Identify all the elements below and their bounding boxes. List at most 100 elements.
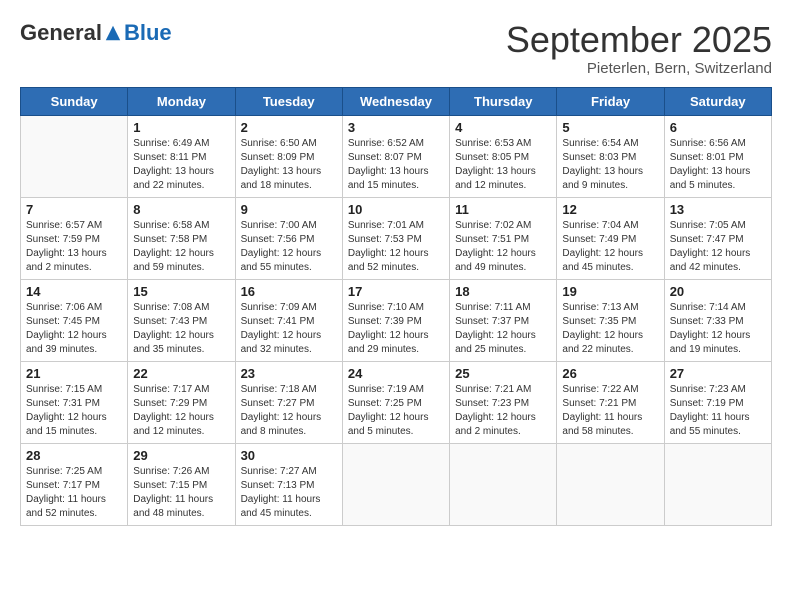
calendar-cell [557, 443, 664, 525]
calendar-cell [450, 443, 557, 525]
day-number: 26 [562, 366, 658, 381]
day-number: 22 [133, 366, 229, 381]
calendar-week-row: 14 Sunrise: 7:06 AM Sunset: 7:45 PM Dayli… [21, 279, 772, 361]
cell-content: Sunrise: 6:58 AM Sunset: 7:58 PM Dayligh… [133, 219, 229, 275]
cell-content: Sunrise: 7:27 AM Sunset: 7:13 PM Dayligh… [241, 465, 337, 521]
logo: General Blue [20, 20, 172, 46]
day-number: 5 [562, 120, 658, 135]
cell-content: Sunrise: 7:14 AM Sunset: 7:33 PM Dayligh… [670, 301, 766, 357]
cell-content: Sunrise: 7:02 AM Sunset: 7:51 PM Dayligh… [455, 219, 551, 275]
cell-content: Sunrise: 7:08 AM Sunset: 7:43 PM Dayligh… [133, 301, 229, 357]
cell-content: Sunrise: 6:50 AM Sunset: 8:09 PM Dayligh… [241, 137, 337, 193]
col-header-saturday: Saturday [664, 87, 771, 115]
col-header-tuesday: Tuesday [235, 87, 342, 115]
col-header-sunday: Sunday [21, 87, 128, 115]
day-number: 1 [133, 120, 229, 135]
calendar-cell [21, 115, 128, 197]
day-number: 17 [348, 284, 444, 299]
cell-content: Sunrise: 7:01 AM Sunset: 7:53 PM Dayligh… [348, 219, 444, 275]
calendar-cell: 28 Sunrise: 7:25 AM Sunset: 7:17 PM Dayli… [21, 443, 128, 525]
calendar-cell: 14 Sunrise: 7:06 AM Sunset: 7:45 PM Dayli… [21, 279, 128, 361]
col-header-friday: Friday [557, 87, 664, 115]
cell-content: Sunrise: 7:09 AM Sunset: 7:41 PM Dayligh… [241, 301, 337, 357]
calendar-cell: 6 Sunrise: 6:56 AM Sunset: 8:01 PM Daylig… [664, 115, 771, 197]
calendar-cell: 22 Sunrise: 7:17 AM Sunset: 7:29 PM Dayli… [128, 361, 235, 443]
calendar-cell: 25Sunrise: 7:21 AM Sunset: 7:23 PM Dayli… [450, 361, 557, 443]
day-number: 18 [455, 284, 551, 299]
cell-content: Sunrise: 7:26 AM Sunset: 7:15 PM Dayligh… [133, 465, 229, 521]
calendar-cell: 26 Sunrise: 7:22 AM Sunset: 7:21 PM Dayli… [557, 361, 664, 443]
logo-general: General [20, 20, 102, 46]
day-number: 30 [241, 448, 337, 463]
day-number: 25 [455, 366, 551, 381]
calendar-cell: 29 Sunrise: 7:26 AM Sunset: 7:15 PM Dayli… [128, 443, 235, 525]
cell-content: Sunrise: 7:22 AM Sunset: 7:21 PM Dayligh… [562, 383, 658, 439]
day-number: 13 [670, 202, 766, 217]
cell-content: Sunrise: 6:56 AM Sunset: 8:01 PM Dayligh… [670, 137, 766, 193]
page-header: General Blue September 2025 Pieterlen, B… [20, 20, 772, 77]
calendar-cell: 16 Sunrise: 7:09 AM Sunset: 7:41 PM Dayli… [235, 279, 342, 361]
calendar-table: SundayMondayTuesdayWednesdayThursdayFrid… [20, 87, 772, 526]
calendar-cell: 24Sunrise: 7:19 AM Sunset: 7:25 PM Dayli… [342, 361, 449, 443]
calendar-cell: 1 Sunrise: 6:49 AM Sunset: 8:11 PM Daylig… [128, 115, 235, 197]
day-number: 2 [241, 120, 337, 135]
day-number: 24 [348, 366, 444, 381]
calendar-cell: 30 Sunrise: 7:27 AM Sunset: 7:13 PM Dayli… [235, 443, 342, 525]
cell-content: Sunrise: 7:00 AM Sunset: 7:56 PM Dayligh… [241, 219, 337, 275]
calendar-cell: 13 Sunrise: 7:05 AM Sunset: 7:47 PM Dayli… [664, 197, 771, 279]
day-number: 6 [670, 120, 766, 135]
month-title: September 2025 [506, 20, 772, 60]
calendar-cell: 9 Sunrise: 7:00 AM Sunset: 7:56 PM Daylig… [235, 197, 342, 279]
cell-content: Sunrise: 6:54 AM Sunset: 8:03 PM Dayligh… [562, 137, 658, 193]
day-number: 19 [562, 284, 658, 299]
calendar-cell: 8 Sunrise: 6:58 AM Sunset: 7:58 PM Daylig… [128, 197, 235, 279]
title-block: September 2025 Pieterlen, Bern, Switzerl… [506, 20, 772, 77]
calendar-cell: 3Sunrise: 6:52 AM Sunset: 8:07 PM Daylig… [342, 115, 449, 197]
day-number: 15 [133, 284, 229, 299]
location: Pieterlen, Bern, Switzerland [506, 60, 772, 77]
calendar-cell: 18 Sunrise: 7:11 AM Sunset: 7:37 PM Dayli… [450, 279, 557, 361]
calendar-cell: 12 Sunrise: 7:04 AM Sunset: 7:49 PM Dayli… [557, 197, 664, 279]
cell-content: Sunrise: 7:15 AM Sunset: 7:31 PM Dayligh… [26, 383, 122, 439]
day-number: 9 [241, 202, 337, 217]
cell-content: Sunrise: 7:23 AM Sunset: 7:19 PM Dayligh… [670, 383, 766, 439]
calendar-cell [664, 443, 771, 525]
cell-content: Sunrise: 7:11 AM Sunset: 7:37 PM Dayligh… [455, 301, 551, 357]
cell-content: Sunrise: 7:18 AM Sunset: 7:27 PM Dayligh… [241, 383, 337, 439]
col-header-monday: Monday [128, 87, 235, 115]
day-number: 11 [455, 202, 551, 217]
calendar-week-row: 7Sunrise: 6:57 AM Sunset: 7:59 PM Daylig… [21, 197, 772, 279]
cell-content: Sunrise: 7:10 AM Sunset: 7:39 PM Dayligh… [348, 301, 444, 357]
calendar-cell: 17 Sunrise: 7:10 AM Sunset: 7:39 PM Dayli… [342, 279, 449, 361]
cell-content: Sunrise: 6:52 AM Sunset: 8:07 PM Dayligh… [348, 137, 444, 193]
cell-content: Sunrise: 7:25 AM Sunset: 7:17 PM Dayligh… [26, 465, 122, 521]
calendar-week-row: 28 Sunrise: 7:25 AM Sunset: 7:17 PM Dayli… [21, 443, 772, 525]
calendar-cell: 20 Sunrise: 7:14 AM Sunset: 7:33 PM Dayli… [664, 279, 771, 361]
cell-content: Sunrise: 7:13 AM Sunset: 7:35 PM Dayligh… [562, 301, 658, 357]
day-number: 7 [26, 202, 122, 217]
cell-content: Sunrise: 7:17 AM Sunset: 7:29 PM Dayligh… [133, 383, 229, 439]
col-header-thursday: Thursday [450, 87, 557, 115]
calendar-cell: 11 Sunrise: 7:02 AM Sunset: 7:51 PM Dayli… [450, 197, 557, 279]
cell-content: Sunrise: 7:04 AM Sunset: 7:49 PM Dayligh… [562, 219, 658, 275]
day-number: 28 [26, 448, 122, 463]
cell-content: Sunrise: 7:06 AM Sunset: 7:45 PM Dayligh… [26, 301, 122, 357]
calendar-cell: 23Sunrise: 7:18 AM Sunset: 7:27 PM Dayli… [235, 361, 342, 443]
calendar-cell: 10 Sunrise: 7:01 AM Sunset: 7:53 PM Dayli… [342, 197, 449, 279]
calendar-header-row: SundayMondayTuesdayWednesdayThursdayFrid… [21, 87, 772, 115]
calendar-cell: 19 Sunrise: 7:13 AM Sunset: 7:35 PM Dayli… [557, 279, 664, 361]
calendar-week-row: 21Sunrise: 7:15 AM Sunset: 7:31 PM Dayli… [21, 361, 772, 443]
cell-content: Sunrise: 7:05 AM Sunset: 7:47 PM Dayligh… [670, 219, 766, 275]
day-number: 29 [133, 448, 229, 463]
day-number: 10 [348, 202, 444, 217]
calendar-week-row: 1 Sunrise: 6:49 AM Sunset: 8:11 PM Daylig… [21, 115, 772, 197]
logo-blue: Blue [124, 20, 172, 46]
day-number: 8 [133, 202, 229, 217]
day-number: 20 [670, 284, 766, 299]
day-number: 14 [26, 284, 122, 299]
day-number: 12 [562, 202, 658, 217]
calendar-cell: 2 Sunrise: 6:50 AM Sunset: 8:09 PM Daylig… [235, 115, 342, 197]
cell-content: Sunrise: 6:49 AM Sunset: 8:11 PM Dayligh… [133, 137, 229, 193]
col-header-wednesday: Wednesday [342, 87, 449, 115]
day-number: 16 [241, 284, 337, 299]
